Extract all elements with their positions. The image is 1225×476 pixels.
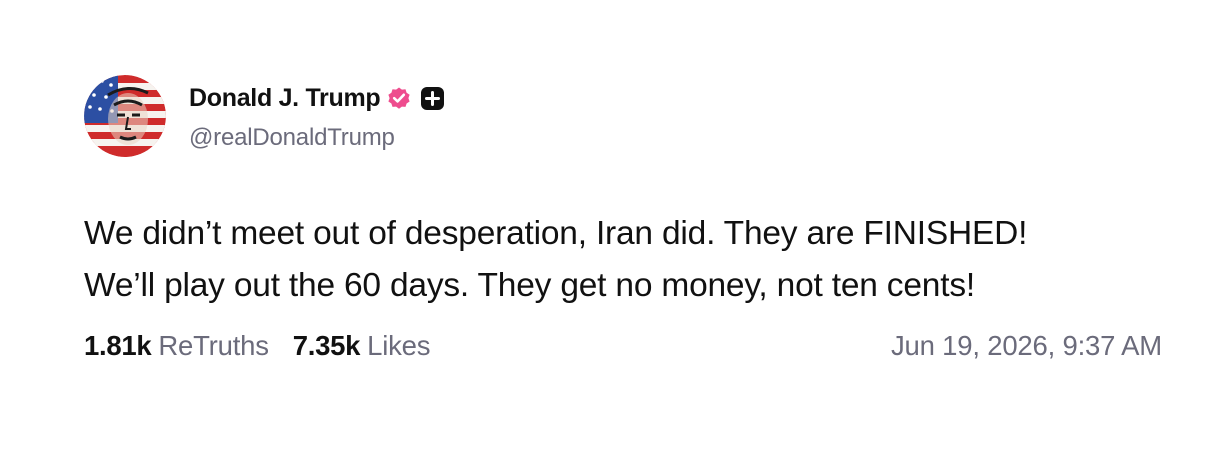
likes-label: Likes — [367, 330, 431, 361]
plus-badge-icon — [420, 86, 445, 111]
retruths-count: 1.81k — [84, 330, 152, 361]
author-handle[interactable]: @realDonaldTrump — [189, 124, 445, 152]
post-text-line: We didn’t meet out of desperation, Iran … — [84, 215, 1028, 252]
author-identity: Donald J. Trump @realDonaldTrump — [189, 80, 445, 152]
name-row: Donald J. Trump — [189, 80, 445, 116]
author-display-name[interactable]: Donald J. Trump — [189, 84, 381, 113]
retruths-stat[interactable]: 1.81k ReTruths — [84, 330, 269, 362]
truth-post: Donald J. Trump @realDonaldTrump We didn… — [84, 74, 1164, 362]
post-timestamp[interactable]: Jun 19, 2026, 9:37 AM — [891, 330, 1162, 362]
verified-badge-icon — [386, 85, 412, 111]
avatar[interactable] — [84, 75, 166, 157]
likes-count: 7.35k — [292, 330, 361, 361]
post-body: We didn’t meet out of desperation, Iran … — [84, 208, 1164, 312]
avatar-image — [84, 75, 166, 157]
post-text-line: We’ll play out the 60 days. They get no … — [84, 267, 975, 304]
retruths-label: ReTruths — [158, 330, 269, 361]
post-header: Donald J. Trump @realDonaldTrump — [84, 74, 1164, 158]
post-footer: 1.81k ReTruths 7.35k Likes Jun 19, 2026,… — [84, 330, 1162, 362]
likes-stat[interactable]: 7.35k Likes — [293, 330, 431, 362]
